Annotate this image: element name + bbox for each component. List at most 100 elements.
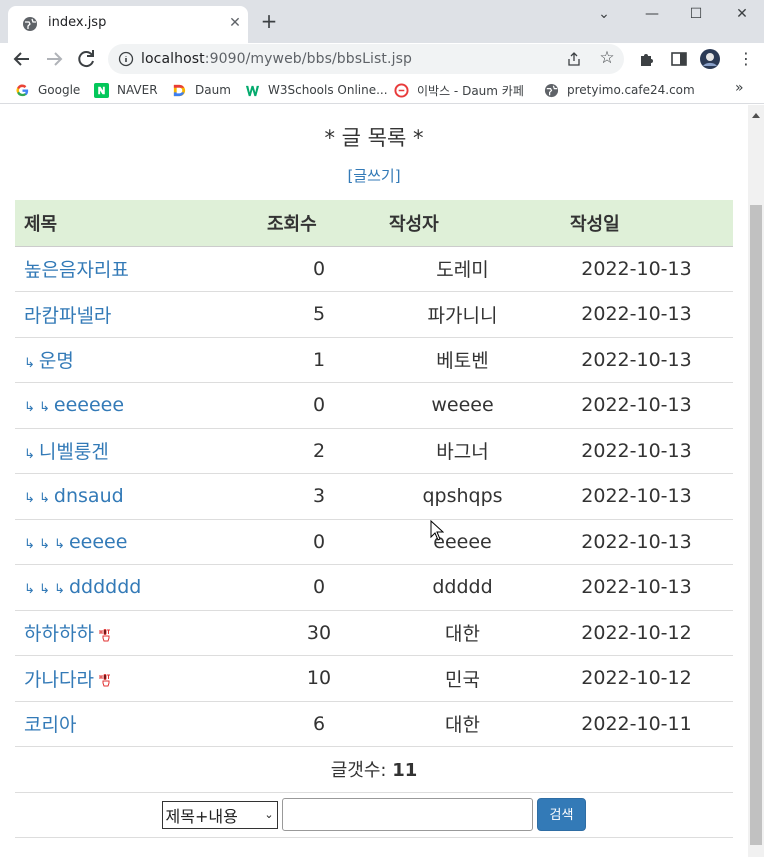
extensions-icon[interactable]	[637, 49, 657, 69]
post-title-link[interactable]: 운명	[39, 350, 74, 372]
tab-title: index.jsp	[48, 15, 107, 30]
cell-writer: weeee	[385, 382, 540, 429]
search-field-select[interactable]: 제목+내용 ⌄	[161, 800, 278, 829]
post-title-link[interactable]: 하하하하	[24, 623, 94, 645]
site-info-icon[interactable]	[118, 51, 134, 67]
cell-views: 3	[253, 473, 385, 520]
table-row: 코리아 6 대한 2022-10-11	[15, 701, 733, 747]
table-row: ↳ 운명 1 베토벤 2022-10-13	[15, 337, 733, 383]
cell-title: 코리아	[15, 701, 253, 747]
write-post-link[interactable]: [글쓰기]	[0, 165, 748, 186]
search-button[interactable]: 검색	[536, 798, 587, 832]
menu-kebab-icon[interactable]: ⋮	[736, 49, 756, 69]
mouse-cursor-icon	[430, 520, 444, 541]
bookmark-cafe[interactable]: 이박스 - Daum 카페	[394, 81, 524, 99]
cell-writer: eeeee	[385, 519, 540, 565]
table-row: 높은음자리표 0 도레미 2022-10-13	[15, 246, 733, 292]
post-title-link[interactable]: eeeee	[69, 531, 127, 553]
column-header-date: 작성일	[540, 200, 733, 247]
forward-icon[interactable]	[42, 47, 66, 71]
hot-badge-icon	[99, 674, 110, 687]
table-row: ↳ ↳ ↳ eeeee 0 eeeee 2022-10-13	[15, 519, 733, 565]
table-row: ↳ 니벨룽겐 2 바그너 2022-10-13	[15, 428, 733, 474]
table-header-row: 제목 조회수 작성자 작성일	[15, 200, 733, 247]
post-title-link[interactable]: 높은음자리표	[24, 259, 129, 281]
cell-date: 2022-10-13	[540, 564, 733, 611]
bookmark-naver[interactable]: NAVER	[94, 81, 158, 99]
cell-views: 2	[253, 428, 385, 474]
url-text[interactable]: localhost:9090/myweb/bbs/bbsList.jsp	[141, 51, 412, 67]
post-title-link[interactable]: dddddd	[69, 576, 141, 598]
post-count: 글갯수: 11	[15, 746, 733, 793]
bookmark-star-icon[interactable]: ☆	[598, 49, 616, 67]
reload-icon[interactable]	[74, 47, 98, 71]
bookmark-daum[interactable]: Daum	[172, 81, 231, 99]
cell-title: ↳ 니벨룽겐	[15, 428, 253, 474]
w3schools-icon	[245, 85, 260, 96]
cell-writer: ddddd	[385, 564, 540, 611]
address-bar[interactable]: localhost:9090/myweb/bbs/bbsList.jsp ☆	[108, 44, 624, 74]
google-icon	[16, 83, 29, 96]
post-title-link[interactable]: 가나다라	[24, 669, 94, 691]
cell-writer: 민국	[385, 655, 540, 702]
hot-badge-icon	[99, 628, 110, 642]
cell-date: 2022-10-13	[540, 382, 733, 429]
bookmark-label: 이박스 - Daum 카페	[417, 83, 524, 98]
minimize-icon[interactable]: —	[642, 4, 662, 24]
url-host: localhost	[141, 51, 205, 67]
share-icon[interactable]	[566, 51, 582, 67]
cell-date: 2022-10-12	[540, 655, 733, 702]
profile-avatar-icon[interactable]	[700, 49, 720, 69]
tab-search-chevron-icon[interactable]: ⌄	[594, 4, 614, 24]
cell-title: ↳ 운명	[15, 337, 253, 383]
post-count-label: 글갯수:	[330, 760, 387, 782]
new-tab-icon[interactable]: +	[258, 10, 280, 32]
cell-title: ↳ ↳ eeeeee	[15, 382, 253, 429]
close-window-icon[interactable]: ✕	[732, 4, 752, 24]
column-header-views: 조회수	[253, 200, 385, 247]
cell-date: 2022-10-13	[540, 246, 733, 292]
naver-icon	[94, 82, 109, 98]
reply-arrow-icon: ↳	[24, 356, 35, 372]
scroll-thumb[interactable]	[750, 205, 762, 845]
bookmark-google[interactable]: Google	[15, 81, 80, 99]
post-title-link[interactable]: dnsaud	[54, 485, 124, 507]
search-input[interactable]	[281, 798, 533, 832]
cell-views: 1	[253, 337, 385, 383]
cell-title: ↳ ↳ dnsaud	[15, 473, 253, 520]
post-title-link[interactable]: 라캄파넬라	[24, 305, 111, 327]
page-scrollbar[interactable]	[748, 105, 764, 857]
side-panel-icon[interactable]	[669, 49, 689, 69]
bookmark-label: Google	[38, 83, 81, 97]
bookmark-pretyimo[interactable]: pretyimo.cafe24.com	[544, 81, 695, 99]
reply-arrow-icon: ↳	[24, 447, 35, 463]
cell-title: 가나다라	[15, 655, 253, 702]
scroll-up-arrow-icon[interactable]	[752, 113, 760, 118]
cell-views: 6	[253, 701, 385, 747]
browser-toolbar: localhost:9090/myweb/bbs/bbsList.jsp ☆ ⋮	[0, 43, 764, 76]
count-row: 글갯수: 11	[15, 746, 733, 793]
reply-arrow-icon: ↳ ↳	[24, 400, 50, 416]
tab-close-icon[interactable]: ✕	[226, 14, 244, 32]
chevron-down-icon: ⌄	[264, 808, 274, 822]
cell-date: 2022-10-13	[540, 291, 733, 338]
search-form: 제목+내용 ⌄ 검색	[15, 792, 733, 838]
tab-strip: index.jsp ✕ + ⌄ — ☐ ✕	[0, 0, 764, 43]
bookmarks-bar: Google NAVER Daum W3Schools Online... 이박…	[0, 76, 764, 104]
cell-title: ↳ ↳ ↳ eeeee	[15, 519, 253, 565]
bookmarks-overflow-icon[interactable]: »	[735, 80, 744, 96]
cell-writer: qpshqps	[385, 473, 540, 520]
maximize-icon[interactable]: ☐	[686, 4, 706, 24]
column-header-writer: 작성자	[385, 200, 540, 247]
cafe-icon	[394, 82, 409, 98]
bookmark-w3schools[interactable]: W3Schools Online...	[245, 81, 388, 99]
post-title-link[interactable]: 니벨룽겐	[39, 441, 109, 463]
browser-tab[interactable]: index.jsp ✕	[8, 6, 248, 43]
post-title-link[interactable]: eeeeee	[54, 394, 124, 416]
table-row: ↳ ↳ dnsaud 3 qpshqps 2022-10-13	[15, 473, 733, 520]
back-icon[interactable]	[10, 47, 34, 71]
column-header-title: 제목	[15, 200, 253, 247]
cell-writer: 대한	[385, 701, 540, 747]
cell-views: 5	[253, 291, 385, 338]
post-title-link[interactable]: 코리아	[24, 714, 76, 736]
